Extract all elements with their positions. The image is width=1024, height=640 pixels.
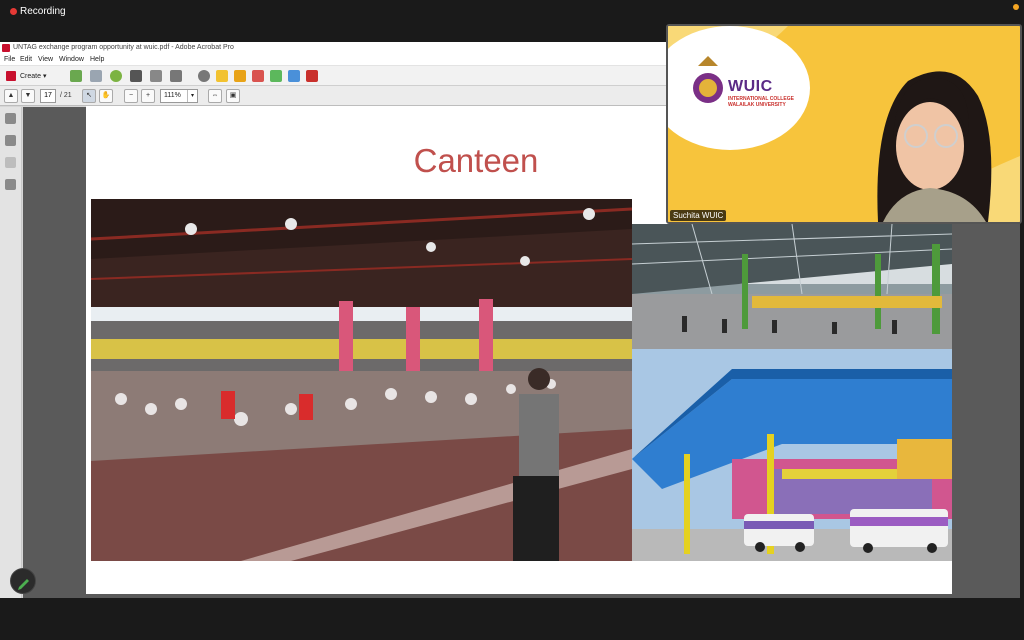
bus-terminal-image	[632, 349, 952, 561]
previous-page-icon[interactable]: ▲	[4, 89, 18, 103]
menu-edit[interactable]: Edit	[20, 56, 32, 63]
export-icon[interactable]	[306, 70, 318, 82]
pages-panel-icon[interactable]	[5, 113, 16, 124]
left-navigation-panel	[0, 107, 22, 598]
comment-icon[interactable]	[216, 70, 228, 82]
recording-label: Recording	[20, 6, 66, 17]
page-total: / 21	[60, 92, 72, 99]
annotate-pen-button[interactable]	[10, 568, 36, 594]
zoom-out-icon[interactable]: −	[124, 89, 138, 103]
page-number-input[interactable]: 17	[40, 89, 56, 103]
fit-width-icon[interactable]: ⇔	[208, 89, 222, 103]
menu-window[interactable]: Window	[59, 56, 84, 63]
recording-dot-icon	[10, 8, 17, 15]
logo-main: WUIC	[728, 78, 773, 95]
bus-terminal-photo	[632, 349, 952, 561]
participant-name: Suchita WUIC	[670, 210, 727, 221]
canteen-interior-photo	[91, 199, 632, 561]
fit-page-icon[interactable]: ▣	[226, 89, 240, 103]
open-air-hall-photo	[632, 224, 952, 349]
open-air-hall-image	[632, 224, 952, 349]
review-icon[interactable]	[270, 70, 282, 82]
settings-icon[interactable]	[198, 70, 210, 82]
chevron-down-icon: ▾	[187, 90, 197, 102]
canteen-interior-image	[91, 199, 632, 561]
pdf-app-icon	[2, 44, 10, 52]
wuic-logo: WUIC INTERNATIONAL COLLEGE WALAILAK UNIV…	[728, 78, 818, 108]
save-icon[interactable]	[90, 70, 102, 82]
email-icon[interactable]	[170, 70, 182, 82]
open-icon[interactable]	[70, 70, 82, 82]
sign-icon[interactable]	[234, 70, 246, 82]
create-pdf-icon	[6, 71, 16, 81]
secure-icon[interactable]	[288, 70, 300, 82]
menu-file[interactable]: File	[4, 56, 15, 63]
hand-tool-icon[interactable]: ✋	[99, 89, 113, 103]
zoom-in-icon[interactable]: +	[141, 89, 155, 103]
print-icon[interactable]	[130, 70, 142, 82]
bookmarks-panel-icon[interactable]	[5, 135, 16, 146]
signatures-panel-icon[interactable]	[5, 179, 16, 190]
share-icon[interactable]	[110, 70, 122, 82]
participant-video-tile[interactable]: WUIC INTERNATIONAL COLLEGE WALAILAK UNIV…	[666, 24, 1022, 224]
select-tool-icon[interactable]: ↖	[82, 89, 96, 103]
menu-help[interactable]: Help	[90, 56, 104, 63]
menu-view[interactable]: View	[38, 56, 53, 63]
window-title: UNTAG exchange program opportunity at wu…	[13, 44, 234, 51]
edit-icon[interactable]	[150, 70, 162, 82]
pen-icon	[18, 579, 29, 590]
participant-video-image	[668, 26, 1020, 222]
create-label: Create	[20, 73, 42, 80]
attachments-panel-icon[interactable]	[5, 157, 16, 168]
recording-bar: Recording	[0, 0, 1024, 24]
zoom-value: 111%	[164, 92, 181, 99]
next-page-icon[interactable]: ▼	[21, 89, 35, 103]
zoom-select[interactable]: 111% ▾	[160, 89, 198, 103]
forms-icon[interactable]	[252, 70, 264, 82]
status-dot-icon	[1013, 4, 1019, 10]
logo-sub2: WALAILAK UNIVERSITY	[728, 102, 786, 108]
